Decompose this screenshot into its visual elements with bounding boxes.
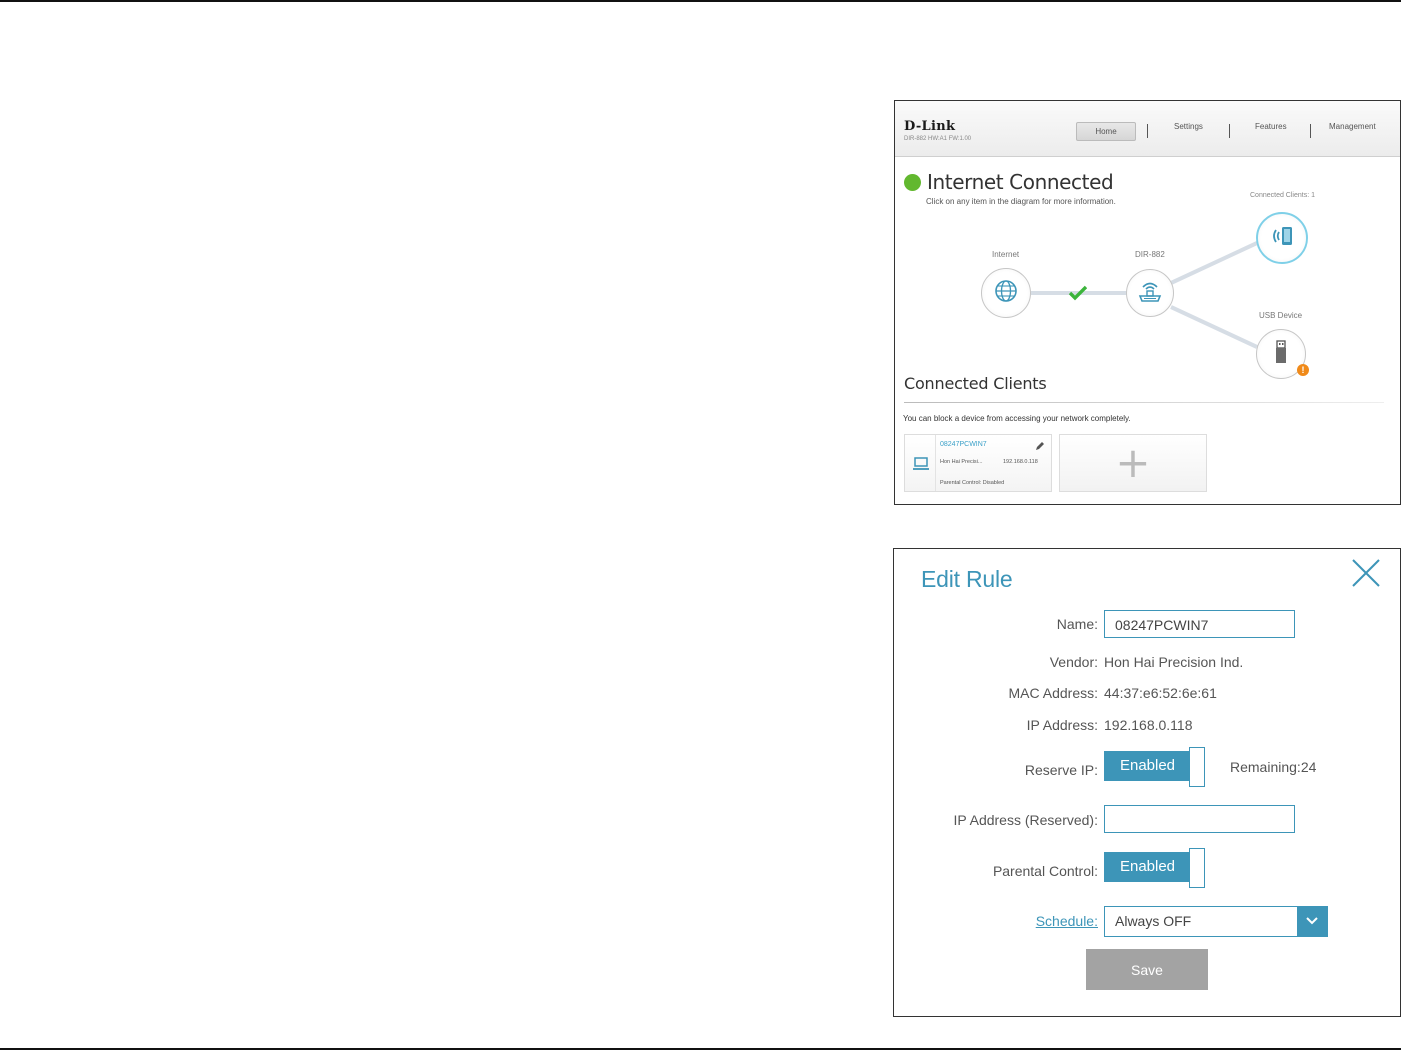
mac-address-value: 44:37:e6:52:6e:61 [1104, 685, 1217, 701]
mac-address-label: MAC Address: [1008, 685, 1098, 701]
globe-icon [994, 279, 1018, 308]
checkmark-icon [1068, 285, 1088, 306]
schedule-link[interactable]: Schedule: [1036, 913, 1098, 929]
add-client-button[interactable]: + [1059, 434, 1207, 492]
client-vendor: Hon Hai Precisi... [940, 459, 983, 465]
ip-address-value: 192.168.0.118 [1104, 717, 1193, 733]
section-divider [904, 402, 1384, 403]
schedule-select[interactable]: Always OFF [1104, 906, 1328, 937]
internet-node[interactable] [981, 268, 1031, 318]
close-icon[interactable] [1351, 558, 1381, 588]
router-home-screenshot: D-Link DIR-882 HW:A1 FW:1.00 Home Settin… [894, 100, 1401, 505]
parental-control-toggle[interactable]: Enabled [1104, 848, 1206, 888]
client-card[interactable]: 08247PCWIN7 Hon Hai Precisi... 192.168.0… [904, 434, 1052, 492]
router-icon [1137, 279, 1163, 308]
client-name: 08247PCWIN7 [940, 441, 987, 448]
reserve-ip-toggle[interactable]: Enabled [1104, 747, 1206, 787]
edit-pencil-icon[interactable] [1035, 438, 1045, 456]
router-node[interactable] [1126, 269, 1174, 317]
client-parental-status: Parental Control: Disabled [940, 480, 1005, 486]
client-ip: 192.168.0.118 [1003, 459, 1038, 465]
connected-clients-hint: You can block a device from accessing yo… [903, 414, 1131, 423]
dialog-title: Edit Rule [921, 566, 1013, 592]
usb-drive-icon [1273, 339, 1289, 370]
router-label: DIR-882 [1135, 250, 1165, 259]
top-rule [0, 0, 1401, 2]
name-label: Name: [1056, 616, 1098, 632]
toggle-knob[interactable] [1189, 848, 1205, 888]
parental-control-toggle-state: Enabled [1104, 852, 1191, 882]
save-button[interactable]: Save [1086, 949, 1208, 990]
usb-device-label: USB Device [1259, 311, 1303, 320]
connected-clients-title: Connected Clients [904, 374, 1047, 393]
chevron-down-icon [1305, 913, 1319, 931]
ip-address-label: IP Address: [1026, 717, 1098, 733]
reserve-ip-label: Reserve IP: [1024, 762, 1098, 778]
vendor-value: Hon Hai Precision Ind. [1104, 654, 1244, 670]
name-field[interactable]: 08247PCWIN7 [1104, 610, 1295, 638]
toggle-knob[interactable] [1189, 747, 1205, 787]
ip-reserved-label: IP Address (Reserved): [953, 812, 1098, 828]
wireless-client-node[interactable] [1256, 212, 1308, 264]
parental-control-label: Parental Control: [992, 863, 1098, 879]
remaining-count: Remaining:24 [1230, 759, 1317, 775]
edit-rule-dialog: Edit Rule Name: 08247PCWIN7 Vendor: Hon … [893, 548, 1401, 1017]
wireless-device-icon [1268, 224, 1296, 253]
ip-reserved-field[interactable] [1104, 805, 1295, 833]
plus-icon: + [1115, 438, 1151, 487]
reserve-ip-toggle-state: Enabled [1104, 751, 1191, 781]
vendor-label: Vendor: [1049, 654, 1098, 670]
laptop-icon [913, 457, 929, 476]
client-icon-column [905, 435, 936, 491]
dropdown-toggle[interactable] [1297, 907, 1327, 936]
internet-label: Internet [992, 250, 1020, 259]
bottom-rule [0, 1048, 1401, 1050]
schedule-selected-value: Always OFF [1115, 913, 1192, 929]
warning-icon: ! [1297, 364, 1309, 376]
